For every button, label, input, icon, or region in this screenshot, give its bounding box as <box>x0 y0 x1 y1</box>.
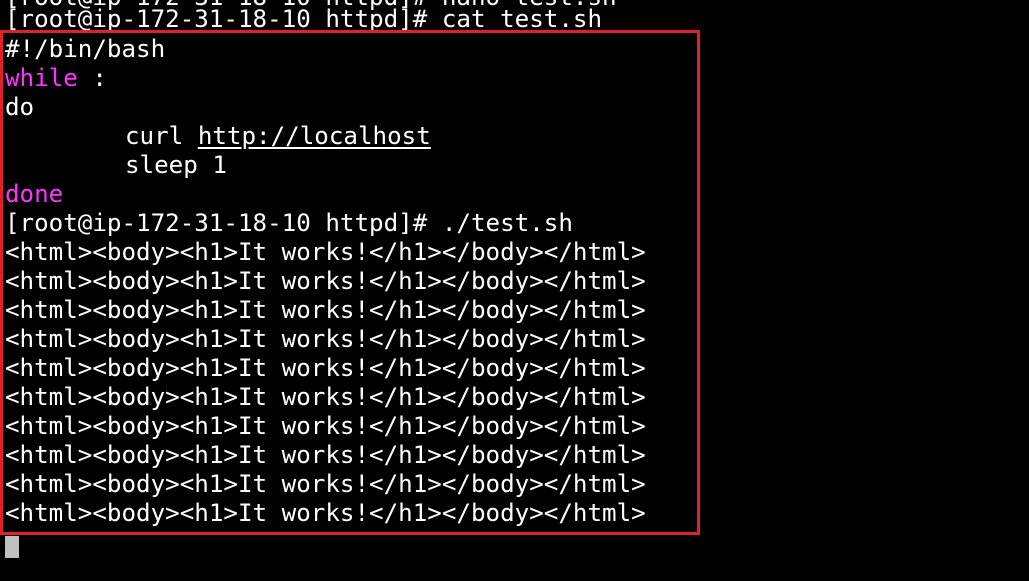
script-sleep-line: sleep 1 <box>5 151 227 180</box>
output-line: <html><body><h1>It works!</h1></body></h… <box>5 354 646 382</box>
cat-command-line: [root@ip-172-31-18-10 httpd]# cat test.s… <box>5 5 603 33</box>
output-line: <html><body><h1>It works!</h1></body></h… <box>5 412 646 440</box>
output-line: <html><body><h1>It works!</h1></body></h… <box>5 267 646 295</box>
script-shebang-line: #!/bin/bash <box>5 35 166 63</box>
terminal-window[interactable]: [root@ip-172-31-18-10 httpd]# nano test.… <box>0 0 1029 581</box>
output-line: <html><body><h1>It works!</h1></body></h… <box>5 499 646 527</box>
output-line: <html><body><h1>It works!</h1></body></h… <box>5 325 646 353</box>
script-curl-line: curl http://localhost <box>5 122 431 151</box>
output-line: <html><body><h1>It works!</h1></body></h… <box>5 296 646 324</box>
terminal-cursor <box>5 536 19 558</box>
while-condition: : <box>77 64 107 92</box>
run-command-line: [root@ip-172-31-18-10 httpd]# ./test.sh <box>5 209 573 237</box>
output-line: <html><body><h1>It works!</h1></body></h… <box>5 383 646 411</box>
script-done-line: done <box>5 180 64 208</box>
while-keyword: while <box>5 64 78 92</box>
curl-command: curl <box>125 122 198 150</box>
script-while-line: while : <box>5 64 107 93</box>
script-do-line: do <box>5 93 35 121</box>
curl-url-link[interactable]: http://localhost <box>198 122 431 150</box>
output-line: <html><body><h1>It works!</h1></body></h… <box>5 238 646 266</box>
output-line: <html><body><h1>It works!</h1></body></h… <box>5 441 646 469</box>
output-line: <html><body><h1>It works!</h1></body></h… <box>5 470 646 498</box>
sleep-command: sleep 1 <box>125 151 227 179</box>
